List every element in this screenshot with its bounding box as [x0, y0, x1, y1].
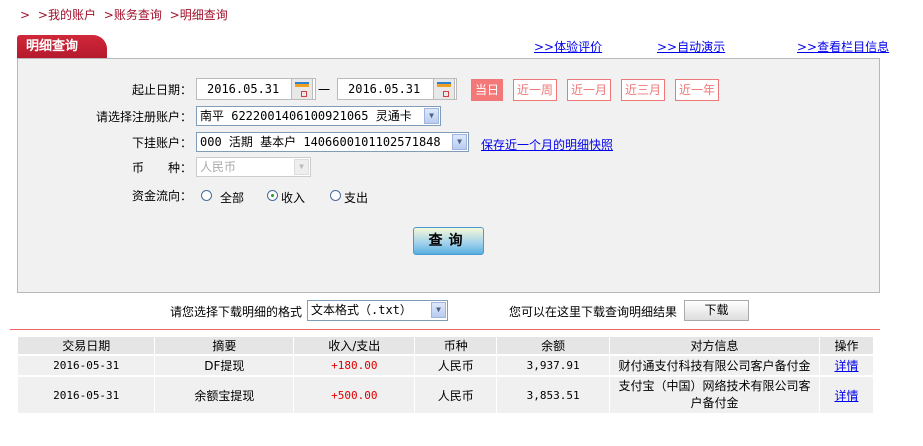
- details-link[interactable]: 详情: [834, 359, 858, 373]
- chevron-down-icon: ▼: [431, 302, 446, 318]
- range-today-button[interactable]: 当日: [471, 79, 503, 101]
- breadcrumb: > >我的账户 >账务查询 >明细查询: [20, 6, 232, 23]
- flow-all-radio[interactable]: [201, 190, 212, 201]
- sub-account-select[interactable]: 000 活期 基本户 1406600101102571848 ▼: [196, 132, 469, 152]
- sub-account-value: 000 活期 基本户 1406600101102571848: [200, 135, 441, 149]
- breadcrumb-my-account[interactable]: >我的账户: [38, 8, 96, 22]
- column-info-link[interactable]: >>查看栏目信息: [797, 38, 889, 55]
- save-snapshot-link[interactable]: 保存近一个月的明细快照: [481, 136, 613, 153]
- range-3month-button[interactable]: 近三月: [621, 79, 665, 101]
- calendar-icon[interactable]: [433, 78, 455, 100]
- date-separator: 一: [318, 83, 331, 97]
- cell-balance: 3,937.91: [496, 354, 611, 376]
- query-button[interactable]: 查询: [413, 227, 484, 255]
- cell-amount: +500.00: [293, 375, 416, 413]
- download-button[interactable]: 下载: [684, 300, 749, 321]
- account-select[interactable]: 南平 6222001406100921065 灵通卡 ▼: [196, 106, 441, 126]
- col-balance: 余额: [496, 337, 611, 355]
- col-summary: 摘要: [154, 337, 295, 355]
- chevron-down-icon: ▼: [424, 108, 439, 124]
- cell-counterparty: 财付通支付科技有限公司客户备付金: [609, 354, 820, 376]
- flow-expense-label[interactable]: 支出: [344, 189, 368, 206]
- divider: [10, 329, 880, 330]
- cell-date: 2016-05-31: [18, 354, 156, 376]
- account-value: 南平 6222001406100921065 灵通卡: [200, 109, 412, 123]
- cell-summary: DF提现: [154, 354, 295, 376]
- sub-account-label: 下挂账户：: [131, 136, 192, 150]
- currency-label: 币 种：: [131, 161, 192, 175]
- range-year-button[interactable]: 近一年: [675, 79, 719, 101]
- col-date: 交易日期: [18, 337, 156, 355]
- col-counterparty: 对方信息: [609, 337, 820, 355]
- cell-date: 2016-05-31: [18, 375, 156, 413]
- cell-amount: +180.00: [293, 354, 416, 376]
- format-value: 文本格式（.txt）: [311, 303, 412, 317]
- cell-summary: 余额宝提现: [154, 375, 295, 413]
- cell-counterparty: 支付宝（中国）网络技术有限公司客户备付金: [609, 375, 820, 413]
- tab-detail-query[interactable]: 明细查询: [17, 35, 107, 58]
- details-link[interactable]: 详情: [834, 389, 858, 403]
- col-currency: 币种: [414, 337, 498, 355]
- cell-balance: 3,853.51: [496, 375, 611, 413]
- chevron-down-icon: ▼: [294, 159, 309, 175]
- auto-demo-link[interactable]: >>自动演示: [657, 38, 725, 55]
- breadcrumb-sep: >: [20, 8, 31, 22]
- flow-income-label[interactable]: 收入: [281, 189, 305, 206]
- chevron-down-icon: ▼: [452, 134, 467, 150]
- table-header: 交易日期 摘要 收入/支出 币种 余额 对方信息 操作: [18, 337, 875, 355]
- format-label: 请您选择下载明细的格式: [170, 305, 303, 319]
- feedback-link[interactable]: >>体验评价: [534, 38, 602, 55]
- calendar-icon[interactable]: [291, 78, 313, 100]
- breadcrumb-account-query[interactable]: >账务查询: [104, 8, 162, 22]
- download-hint: 您可以在这里下载查询明细结果: [509, 305, 678, 319]
- range-week-button[interactable]: 近一周: [513, 79, 557, 101]
- format-select[interactable]: 文本格式（.txt） ▼: [307, 300, 448, 321]
- currency-select[interactable]: 人民币 ▼: [196, 157, 311, 177]
- col-amount: 收入/支出: [293, 337, 416, 355]
- detail-table: 交易日期 摘要 收入/支出 币种 余额 对方信息 操作 2016-05-31 D…: [18, 337, 875, 413]
- col-action: 操作: [819, 337, 875, 355]
- currency-value: 人民币: [200, 160, 237, 174]
- flow-label: 资金流向：: [131, 189, 192, 203]
- table-row: 2016-05-31 余额宝提现 +500.00 人民币 3,853.51 支付…: [18, 375, 875, 413]
- account-label: 请选择注册账户：: [95, 110, 192, 124]
- cell-currency: 人民币: [414, 375, 498, 413]
- flow-income-radio[interactable]: [267, 190, 278, 201]
- cell-currency: 人民币: [414, 354, 498, 376]
- breadcrumb-detail-query[interactable]: >明细查询: [170, 8, 228, 22]
- range-month-button[interactable]: 近一月: [567, 79, 611, 101]
- flow-all-label[interactable]: 全部: [220, 189, 244, 206]
- table-row: 2016-05-31 DF提现 +180.00 人民币 3,937.91 财付通…: [18, 354, 875, 376]
- flow-expense-radio[interactable]: [330, 190, 341, 201]
- date-label: 起止日期：: [131, 83, 192, 97]
